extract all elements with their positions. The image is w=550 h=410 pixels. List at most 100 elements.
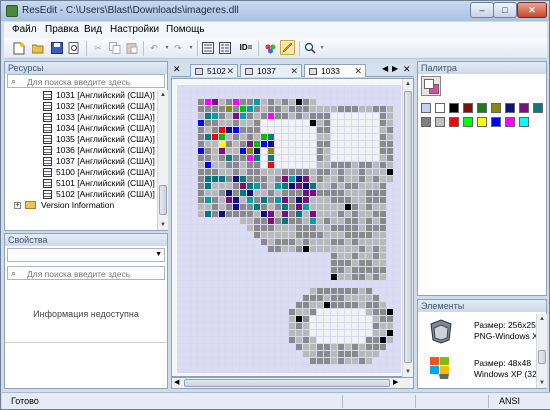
color-swatch[interactable] <box>435 117 445 127</box>
color-swatch[interactable] <box>421 103 431 113</box>
tab-close-icon[interactable]: ✕ <box>290 65 298 77</box>
resources-search[interactable]: ⌕ Для поиска введите здесь <box>7 74 165 88</box>
properties-search[interactable]: ⌕ Для поиска введите здесь <box>7 266 165 280</box>
scroll-up-icon[interactable]: ▲ <box>537 314 547 324</box>
icon-resource-icon <box>43 91 52 100</box>
copy-icon[interactable] <box>108 41 122 55</box>
scroll-up-icon[interactable]: ▲ <box>158 90 168 100</box>
color-swatch[interactable] <box>421 117 431 127</box>
tree-item[interactable]: 1037 [Английский (США)] <box>5 156 161 167</box>
preview-icon[interactable] <box>67 41 81 55</box>
resources-scrollbar[interactable]: ▲ ▼ <box>157 90 168 230</box>
icon-resource-icon <box>43 146 52 155</box>
tree-item[interactable]: 1036 [Английский (США)] <box>5 145 161 156</box>
tree-item[interactable]: 1033 [Английский (США)] <box>5 112 161 123</box>
scroll-down-icon[interactable]: ▼ <box>403 367 413 377</box>
tree-item[interactable]: 5101 [Английский (США)] <box>5 178 161 189</box>
scroll-right-icon[interactable]: ▶ <box>393 378 398 386</box>
scroll-thumb[interactable] <box>404 91 412 363</box>
scroll-thumb[interactable] <box>159 185 167 215</box>
editor-horizontal-scrollbar[interactable]: ◀ ▶ <box>171 377 414 389</box>
color-swatch[interactable] <box>449 117 459 127</box>
save-icon[interactable] <box>50 41 64 55</box>
color-swatch[interactable] <box>463 117 473 127</box>
color-swatch[interactable] <box>533 103 543 113</box>
scroll-down-icon[interactable]: ▼ <box>537 378 547 388</box>
redo-icon[interactable]: ↷ <box>171 41 185 55</box>
dropdown-arrow-icon[interactable]: ▼ <box>155 251 162 258</box>
current-colors[interactable] <box>421 76 441 96</box>
tree-item[interactable]: 5100 [Английский (США)] <box>5 167 161 178</box>
windows-shield-icon <box>430 357 449 379</box>
color-swatch[interactable] <box>491 103 501 113</box>
element-size: Размер: 256x256 <box>474 320 541 330</box>
elements-scrollbar[interactable]: ▲ ▼ <box>536 314 547 388</box>
color-swatch[interactable] <box>449 103 459 113</box>
color-swatch[interactable] <box>519 103 529 113</box>
redo-dropdown-icon[interactable]: ▾ <box>184 41 198 55</box>
menu-edit[interactable]: Правка <box>45 24 79 35</box>
color-swatch[interactable] <box>435 103 445 113</box>
color-swatch[interactable] <box>477 117 487 127</box>
color-swatch[interactable] <box>463 103 473 113</box>
editor-vertical-scrollbar[interactable]: ▲ ▼ <box>402 79 413 377</box>
pixel-grid[interactable] <box>177 85 401 373</box>
color-swatch[interactable] <box>505 117 515 127</box>
scroll-thumb[interactable] <box>184 379 390 387</box>
primary-color[interactable] <box>424 79 434 89</box>
tab-1033[interactable]: 1033 ✕ <box>304 64 366 77</box>
properties-empty-message: Информация недоступна <box>33 309 139 319</box>
scroll-up-icon[interactable]: ▲ <box>403 79 413 89</box>
undo-icon[interactable]: ↶ <box>147 41 161 55</box>
icon-resource-icon <box>43 157 52 166</box>
tree-item[interactable]: 1034 [Английский (США)] <box>5 123 161 134</box>
menu-file[interactable]: Файл <box>12 24 37 35</box>
id-icon[interactable]: ID= <box>236 41 256 55</box>
color-swatch[interactable] <box>505 103 515 113</box>
scroll-down-icon[interactable]: ▼ <box>158 220 168 230</box>
pixel-canvas[interactable] <box>177 85 401 373</box>
scroll-left-icon[interactable]: ◀ <box>174 378 179 386</box>
color-swatch[interactable] <box>519 117 529 127</box>
menu-view[interactable]: Вид <box>84 24 102 35</box>
properties-panel: Свойства ▼ ⌕ Для поиска введите здесь Ин… <box>4 233 168 389</box>
maximize-button[interactable]: □ <box>493 2 517 18</box>
search-icon: ⌕ <box>11 76 17 86</box>
tab-close-icon[interactable]: ✕ <box>354 65 362 77</box>
tab-close-icon[interactable]: ✕ <box>226 65 234 77</box>
title-bar: ResEdit - C:\Users\Blast\Downloads\image… <box>1 1 549 21</box>
close-button[interactable]: ✕ <box>517 2 547 18</box>
tree-item[interactable]: 5102 [Английский (США)] <box>5 189 161 200</box>
color-swatch[interactable] <box>477 103 487 113</box>
tree-item[interactable]: 1032 [Английский (США)] <box>5 101 161 112</box>
tab-scroll-right-icon[interactable]: ▶ <box>392 64 398 73</box>
tree-item[interactable]: 1031 [Английский (США)] <box>5 90 161 101</box>
resources-icon[interactable] <box>201 41 215 55</box>
menu-help[interactable]: Помощь <box>166 24 205 35</box>
new-icon[interactable] <box>12 41 26 55</box>
minimize-button[interactable]: – <box>470 2 494 18</box>
tab-close-all-icon[interactable]: ✕ <box>173 64 181 75</box>
menu-settings[interactable]: Настройки <box>110 24 159 35</box>
zoom-dropdown-icon[interactable]: ▾ <box>315 41 329 55</box>
search-icon: ⌕ <box>11 268 17 278</box>
tree-item[interactable]: 1035 [Английский (США)] <box>5 134 161 145</box>
properties-icon[interactable] <box>218 41 232 55</box>
tab-1037[interactable]: 1037 ✕ <box>240 64 302 77</box>
element-item[interactable]: Размер: 48x48 Windows XP (32 <box>418 352 537 388</box>
properties-selector[interactable]: ▼ <box>7 248 165 262</box>
element-item[interactable]: Размер: 256x256 PNG-Windows X <box>418 314 541 350</box>
scroll-thumb[interactable] <box>538 350 546 364</box>
tab-scroll-left-icon[interactable]: ◀ <box>382 64 388 73</box>
pencil-icon[interactable] <box>280 40 295 55</box>
icon-resource-icon <box>43 113 52 122</box>
color-picker-icon[interactable] <box>263 41 277 55</box>
tab-5102[interactable]: 5102 ✕ <box>190 64 238 77</box>
color-swatch[interactable] <box>491 117 501 127</box>
paste-icon[interactable] <box>125 41 139 55</box>
tree-item-version-information[interactable]: + Version Information <box>5 200 161 211</box>
expand-icon[interactable]: + <box>14 202 21 209</box>
tab-close-current-icon[interactable]: ✕ <box>403 64 411 75</box>
cut-icon[interactable]: ✂ <box>91 41 105 55</box>
open-icon[interactable] <box>31 41 45 55</box>
